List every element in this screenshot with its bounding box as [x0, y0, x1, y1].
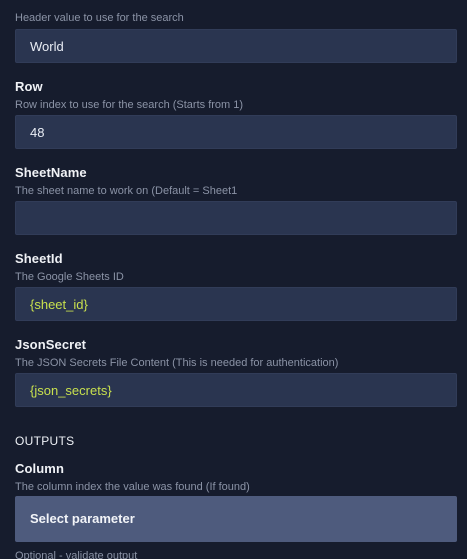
sheetname-input[interactable]	[15, 201, 457, 235]
sheetid-help: The Google Sheets ID	[15, 271, 124, 283]
jsonsecret-input[interactable]	[15, 373, 457, 407]
optional-validate-output-text: Optional - validate output	[15, 550, 138, 559]
column-label: Column	[15, 461, 64, 476]
row-help: Row index to use for the search (Starts …	[15, 99, 244, 111]
sheetid-label: SheetId	[15, 251, 63, 266]
sheetname-label: SheetName	[15, 165, 87, 180]
header-value-help: Header value to use for the search	[15, 12, 184, 24]
header-value-input[interactable]	[15, 29, 457, 63]
step-parameters-panel: Header value to use for the search Row R…	[0, 0, 467, 559]
outputs-section-title: OUTPUTS	[15, 434, 75, 448]
row-input[interactable]	[15, 115, 457, 149]
column-select-parameter-button[interactable]: Select parameter	[15, 496, 457, 542]
row-label: Row	[15, 79, 43, 94]
jsonsecret-label: JsonSecret	[15, 337, 87, 352]
sheetid-input[interactable]	[15, 287, 457, 321]
select-parameter-label: Select parameter	[30, 511, 135, 526]
sheetname-help: The sheet name to work on (Default = She…	[15, 185, 238, 197]
column-help: The column index the value was found (If…	[15, 481, 250, 493]
jsonsecret-help: The JSON Secrets File Content (This is n…	[15, 357, 339, 369]
